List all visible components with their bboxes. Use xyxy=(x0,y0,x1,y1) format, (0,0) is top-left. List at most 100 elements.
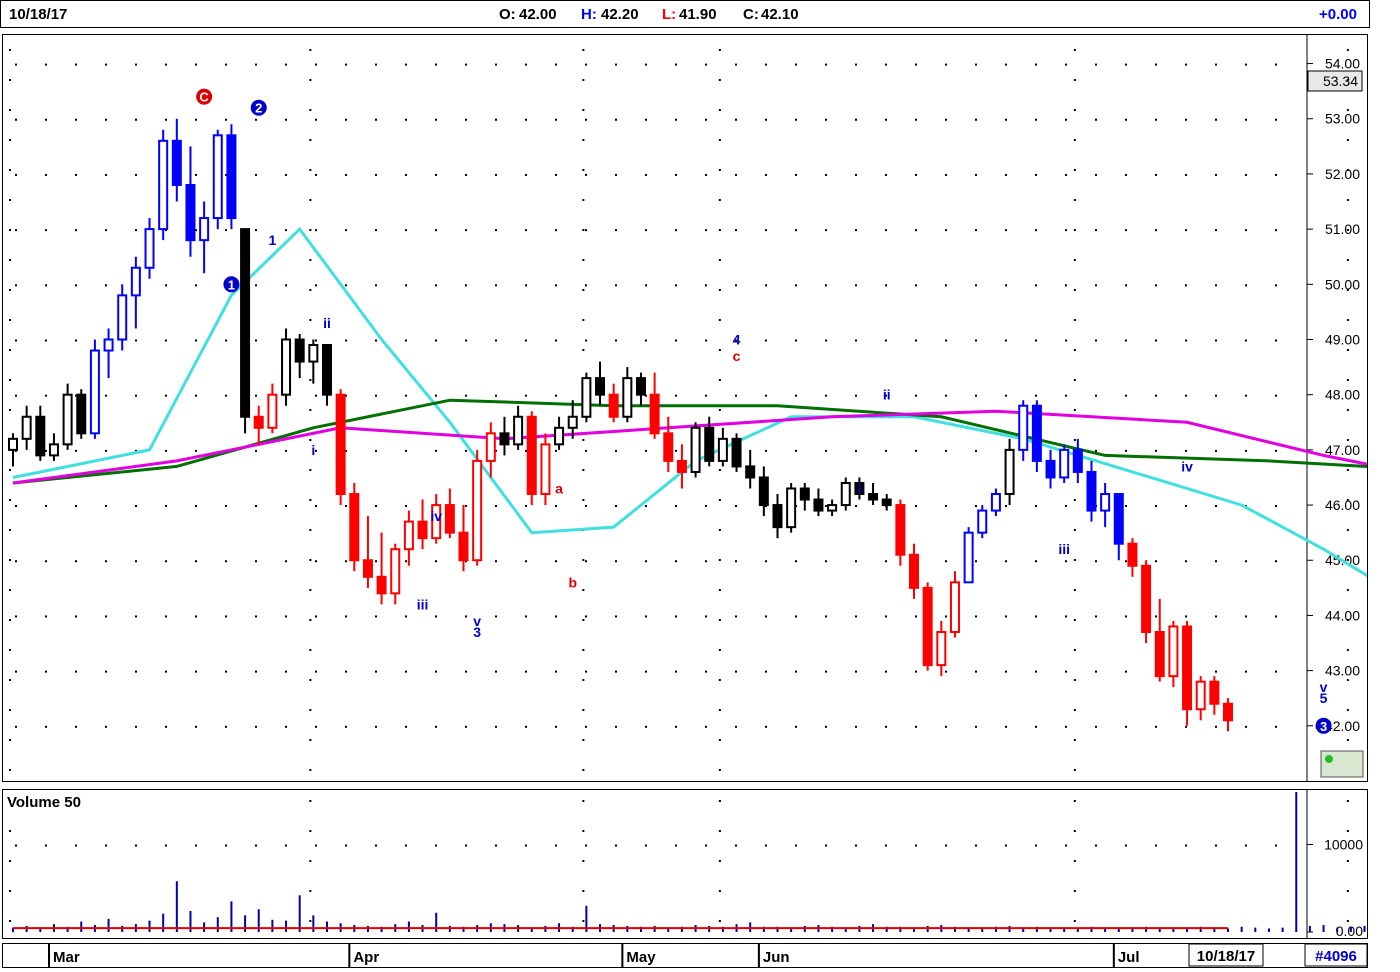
grid-dot xyxy=(885,560,887,563)
grid-dot xyxy=(945,339,947,342)
volume-month-dot xyxy=(718,890,721,892)
grid-dot xyxy=(345,284,347,287)
grid-dot xyxy=(135,118,137,121)
candle-body xyxy=(62,393,73,446)
grid-dot xyxy=(1245,725,1247,728)
grid-dot xyxy=(1215,118,1217,121)
grid-dot xyxy=(915,615,917,618)
volume-grid-dot xyxy=(675,844,677,847)
grid-dot xyxy=(255,339,257,342)
volume-grid-dot xyxy=(135,844,137,847)
candle-body xyxy=(1018,404,1029,451)
grid-dot xyxy=(1215,505,1217,508)
grid-dot xyxy=(465,670,467,673)
wave-label: iv xyxy=(430,508,442,524)
grid-dot xyxy=(15,615,17,618)
grid-dot xyxy=(15,394,17,397)
month-grid-dot xyxy=(309,409,312,411)
month-grid-dot xyxy=(1073,109,1076,111)
grid-dot xyxy=(1095,394,1097,397)
grid-dot xyxy=(315,505,317,508)
grid-dot xyxy=(645,560,647,563)
price-tick-label: 54.00 xyxy=(1325,56,1360,72)
grid-dot xyxy=(465,284,467,287)
volume-grid-dot xyxy=(825,844,827,847)
grid-dot xyxy=(285,118,287,121)
grid-dot xyxy=(885,339,887,342)
month-grid-dot xyxy=(309,589,312,591)
grid-dot xyxy=(765,560,767,563)
grid-dot xyxy=(105,284,107,287)
candle-body xyxy=(909,553,920,589)
grid-dot xyxy=(795,615,797,618)
grid-dot xyxy=(165,560,167,563)
grid-dot xyxy=(195,725,197,728)
candle-body xyxy=(554,426,565,446)
month-grid-dot xyxy=(1073,169,1076,171)
volume-month-dot xyxy=(9,800,11,802)
grid-dot xyxy=(75,173,77,176)
month-grid-dot xyxy=(1073,679,1076,681)
open-label: O: xyxy=(499,6,516,23)
grid-dot xyxy=(495,560,497,563)
volume-grid-dot xyxy=(1125,844,1127,847)
volume-grid-dot xyxy=(1095,844,1097,847)
month-grid-dot xyxy=(1346,679,1349,681)
grid-dot xyxy=(465,118,467,121)
grid-dot xyxy=(1155,725,1157,728)
grid-dot xyxy=(585,63,587,66)
month-grid-dot xyxy=(309,559,312,561)
grid-dot xyxy=(1185,449,1187,452)
grid-dot xyxy=(525,229,527,232)
candle-body xyxy=(281,338,292,396)
grid-dot xyxy=(1005,615,1007,618)
price-panel[interactable]: 54.00 53.00 52.00 51.00 50.00 49.00 48.00 47.00… xyxy=(2,34,1400,782)
volume-month-dot xyxy=(1073,860,1076,862)
grid-dot xyxy=(45,339,47,342)
grid-dot xyxy=(495,118,497,121)
grid-dot xyxy=(375,670,377,673)
grid-dot xyxy=(285,725,287,728)
grid-dot xyxy=(795,394,797,397)
candle-body xyxy=(444,504,455,534)
grid-dot xyxy=(1125,560,1127,563)
price-tick-label: 49.00 xyxy=(1325,331,1360,347)
grid-dot xyxy=(555,560,557,563)
grid-dot xyxy=(645,615,647,618)
grid-dot xyxy=(855,339,857,342)
volume-grid-dot xyxy=(165,844,167,847)
grid-dot xyxy=(1005,173,1007,176)
grid-dot xyxy=(495,229,497,232)
grid-dot xyxy=(525,394,527,397)
grid-dot xyxy=(705,284,707,287)
grid-dot xyxy=(615,63,617,66)
wave-label: ii xyxy=(883,387,891,403)
month-grid-dot xyxy=(309,649,312,651)
volume-panel[interactable]: Volume 50 10000 0.00 xyxy=(2,789,1393,939)
candle-body xyxy=(745,465,756,479)
grid-dot xyxy=(1125,725,1127,728)
month-grid-dot xyxy=(1346,559,1349,561)
grid-dot xyxy=(555,118,557,121)
grid-dot xyxy=(1125,615,1127,618)
month-grid-dot xyxy=(9,529,11,531)
grid-dot xyxy=(1245,449,1247,452)
grid-dot xyxy=(255,229,257,232)
candle-body xyxy=(417,520,428,540)
month-grid-dot xyxy=(9,259,11,261)
grid-dot xyxy=(975,339,977,342)
grid-dot xyxy=(75,284,77,287)
grid-dot xyxy=(1245,173,1247,176)
grid-dot xyxy=(255,670,257,673)
grid-dot xyxy=(1155,394,1157,397)
grid-dot xyxy=(975,229,977,232)
grid-dot xyxy=(855,118,857,121)
grid-dot xyxy=(945,615,947,618)
grid-dot xyxy=(735,615,737,618)
candle-body xyxy=(676,459,687,473)
month-grid-dot xyxy=(718,229,721,231)
grid-dot xyxy=(1035,229,1037,232)
grid-dot xyxy=(1035,560,1037,563)
wave-label: 1 xyxy=(268,232,276,248)
grid-dot xyxy=(615,560,617,563)
